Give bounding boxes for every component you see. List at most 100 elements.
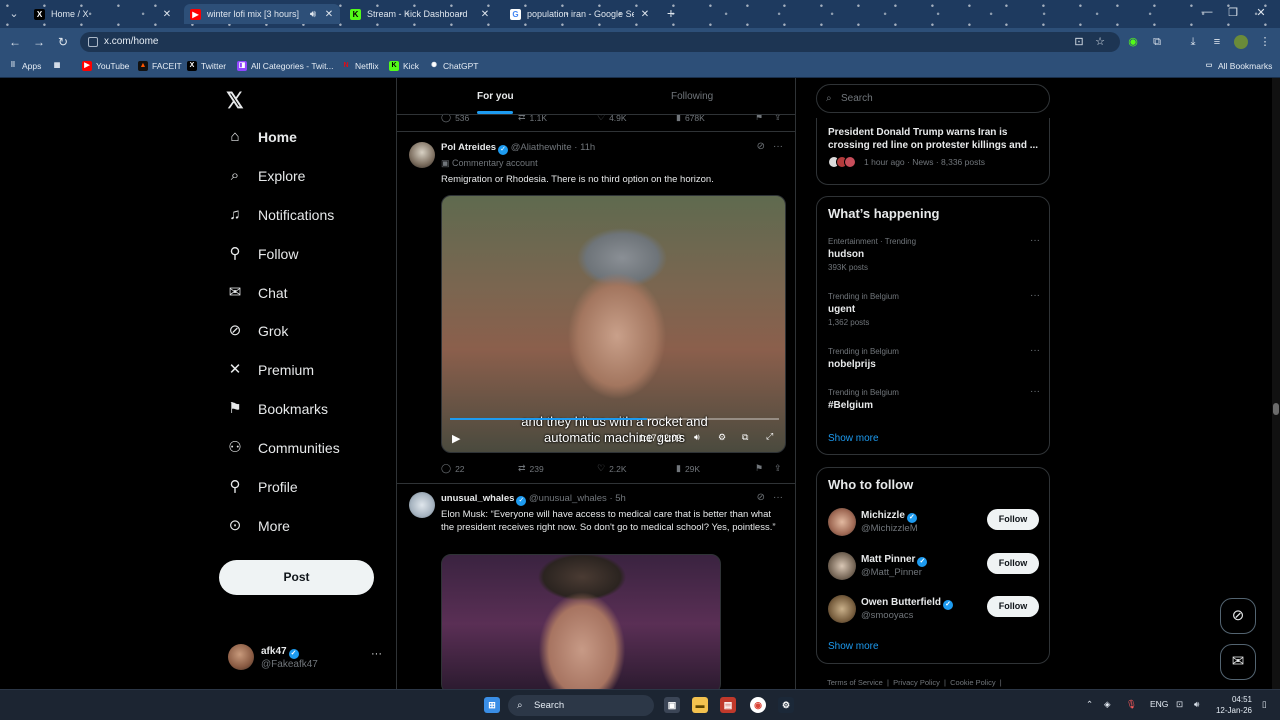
browser-menu-icon[interactable]: ⋮ — [1258, 35, 1272, 49]
app-icon[interactable]: ▤ — [720, 697, 736, 713]
nav-chat[interactable]: ✉ Chat — [226, 284, 288, 302]
video-player[interactable] — [441, 554, 721, 689]
media-control-icon[interactable]: ≡ — [1210, 35, 1224, 49]
play-icon[interactable]: ▶ — [452, 432, 460, 445]
avatar[interactable] — [828, 595, 856, 623]
more-dots-icon[interactable]: ··· — [773, 141, 783, 152]
back-icon[interactable]: ← — [8, 35, 22, 49]
minimize-icon[interactable]: — — [1200, 6, 1214, 18]
all-bookmarks[interactable]: ▭ All Bookmarks — [1204, 61, 1273, 71]
reload-icon[interactable]: ↻ — [56, 35, 70, 49]
picture-in-picture-icon[interactable]: ⧉ — [742, 432, 748, 443]
new-tab-button[interactable]: + — [664, 6, 678, 20]
nav-home[interactable]: ⌂ Home — [226, 128, 296, 146]
nav-more[interactable]: ⊙ More — [226, 517, 290, 535]
volume-icon[interactable]: 🔊︎ — [1194, 699, 1199, 710]
download-icon[interactable]: ⤓ — [1186, 35, 1200, 49]
video-progress-bar[interactable] — [450, 418, 779, 420]
close-tab-icon[interactable]: ✕ — [162, 9, 172, 20]
chrome-icon[interactable]: ◉ — [750, 697, 766, 713]
clock[interactable]: 04:51 12-Jan-26 — [1212, 694, 1252, 716]
tab-kick[interactable]: K Stream - Kick Dashboard ✕ — [344, 4, 496, 24]
search-input[interactable]: ⌕ Search — [816, 84, 1050, 113]
more-dots-icon[interactable]: ··· — [1030, 290, 1040, 301]
grok-fab-icon[interactable]: ⊘ — [1220, 598, 1256, 634]
news-card[interactable]: President Donald Trump warns Iran is cro… — [816, 118, 1050, 185]
follow-suggestion[interactable]: Matt Pinner ✓ @Matt_Pinner Follow — [828, 552, 1040, 582]
close-window-icon[interactable]: ✕ — [1254, 6, 1268, 19]
avatar[interactable] — [828, 508, 856, 536]
more-dots-icon[interactable]: ··· — [1030, 235, 1040, 246]
follow-button[interactable]: Follow — [987, 553, 1039, 574]
language-indicator[interactable]: ENG — [1150, 699, 1168, 709]
nav-grok[interactable]: ⊘ Grok — [226, 322, 289, 340]
share-button[interactable]: ⇪ — [774, 463, 782, 474]
messages-fab-icon[interactable]: ✉ — [1220, 644, 1256, 680]
tray-app-icon[interactable]: ◈ — [1104, 699, 1111, 710]
notification-icon[interactable]: ▯ — [1262, 699, 1267, 710]
bookmark-chatgpt[interactable]: ✺ ChatGPT — [429, 61, 478, 71]
close-tab-icon[interactable]: ✕ — [480, 9, 490, 20]
follow-suggestion[interactable]: Owen Butterfield ✓ @smooyacs Follow — [828, 595, 1040, 625]
forward-icon[interactable]: → — [32, 35, 46, 49]
tab-following[interactable]: Following — [671, 91, 713, 102]
tab-for-you[interactable]: For you — [477, 91, 514, 102]
post-time[interactable]: 5h — [615, 493, 626, 504]
scrollbar-thumb[interactable] — [1273, 403, 1279, 415]
bookmark-faceit[interactable]: ▲ FACEIT — [138, 61, 182, 71]
views-button[interactable]: ▮ 29K — [676, 463, 700, 474]
author-name[interactable]: Pol Atreides — [441, 142, 496, 153]
site-info-icon[interactable] — [88, 37, 98, 47]
author-handle[interactable]: @unusual_whales — [529, 493, 607, 504]
restore-icon[interactable]: ❐ — [1226, 6, 1240, 19]
more-dots-icon[interactable]: ··· — [1030, 345, 1040, 356]
settings-gear-icon[interactable]: ⚙ — [718, 432, 726, 443]
follow-button[interactable]: Follow — [987, 509, 1039, 530]
post-time[interactable]: 11h — [580, 142, 595, 153]
tweet[interactable]: Pol Atreides ✓ @Aliathewhite · 11h ⊘ ··· … — [397, 132, 795, 484]
bookmark-twitch[interactable]: ◨ All Categories - Twit... — [237, 61, 334, 71]
task-view-icon[interactable]: ▣ — [664, 697, 680, 713]
account-switcher[interactable]: afk47 ✓ @Fakeafk47 ··· — [228, 644, 388, 674]
video-player[interactable]: and they hit us with a rocket and automa… — [441, 195, 786, 453]
mute-tab-icon[interactable]: 🔊︎ — [308, 9, 318, 20]
install-app-icon[interactable]: ⊡ — [1072, 35, 1086, 49]
show-more-link[interactable]: Show more — [828, 641, 879, 652]
grok-icon[interactable]: ⊘ — [757, 141, 765, 152]
more-dots-icon[interactable]: ··· — [371, 648, 382, 660]
tray-overflow-icon[interactable]: ⌃ — [1086, 699, 1093, 710]
trend-item[interactable]: Trending in Belgium ugent 1,362 posts ··… — [828, 290, 1040, 327]
fullscreen-icon[interactable]: ⤢ — [766, 431, 773, 442]
url-field[interactable]: x.com/home — [80, 32, 1120, 52]
privacy-link[interactable]: Privacy Policy — [893, 678, 940, 687]
microphone-icon[interactable]: 🎙︎ — [1126, 699, 1137, 710]
bookmark-kick[interactable]: K Kick — [389, 61, 419, 71]
bookmark-grid[interactable]: ▦ — [52, 61, 62, 71]
avatar[interactable] — [409, 142, 435, 168]
nav-bookmarks[interactable]: ⚑ Bookmarks — [226, 400, 328, 418]
avatar[interactable] — [828, 552, 856, 580]
close-tab-icon[interactable]: ✕ — [324, 9, 334, 20]
terms-link[interactable]: Terms of Service — [827, 678, 883, 687]
more-dots-icon[interactable]: ··· — [773, 492, 783, 503]
page-scrollbar[interactable] — [1272, 78, 1280, 689]
reply-button[interactable]: ◯ 22 — [441, 463, 465, 474]
show-more-link[interactable]: Show more — [828, 433, 879, 444]
nav-premium[interactable]: ✕ Premium — [226, 361, 314, 379]
profile-avatar-icon[interactable] — [1234, 35, 1248, 49]
bookmark-twitter[interactable]: X Twitter — [187, 61, 226, 71]
post-button[interactable]: Post — [219, 560, 374, 595]
bookmark-youtube[interactable]: ▶ YouTube — [82, 61, 129, 71]
trend-item[interactable]: Trending in Belgium nobelprijs ··· — [828, 345, 1040, 370]
windows-start-icon[interactable]: ⊞ — [484, 697, 500, 713]
follow-suggestion[interactable]: Michizzle ✓ @MichizzleM Follow — [828, 508, 1040, 538]
close-tab-icon[interactable]: ✕ — [640, 9, 650, 20]
tab-search-button[interactable]: ⌄ — [6, 6, 22, 22]
nav-communities[interactable]: ⚇ Communities — [226, 439, 339, 457]
extensions-puzzle-icon[interactable]: ⧉ — [1150, 35, 1164, 49]
extension-icon[interactable]: ◉ — [1126, 35, 1140, 49]
like-button[interactable]: ♡ 2.2K — [597, 463, 627, 474]
tweet[interactable]: unusual_whales ✓ @unusual_whales · 5h ⊘ ·… — [397, 484, 795, 689]
bookmark-button[interactable]: ⚑ — [755, 463, 763, 474]
nav-explore[interactable]: ⌕ Explore — [226, 167, 306, 185]
